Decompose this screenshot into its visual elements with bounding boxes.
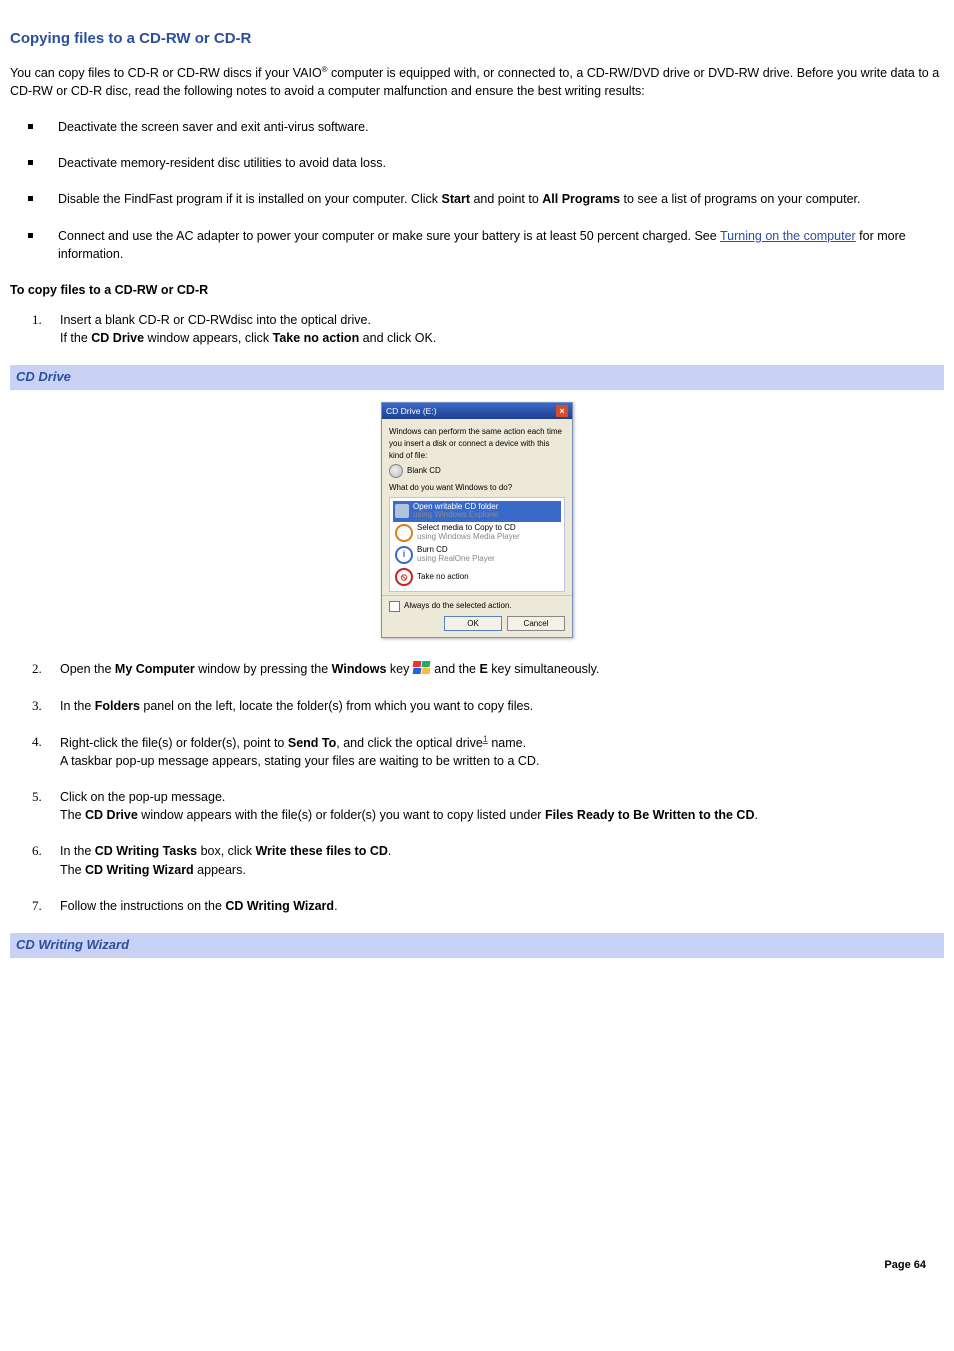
media-player-icon <box>395 524 413 542</box>
procedure-heading: To copy files to a CD-RW or CD-R <box>10 281 944 299</box>
cancel-button[interactable]: Cancel <box>507 616 565 632</box>
windows-key-icon <box>413 661 431 675</box>
figure-cd-drive-dialog: CD Drive (E:) × Windows can perform the … <box>10 402 944 638</box>
note-item: Connect and use the AC adapter to power … <box>28 227 944 263</box>
option-burn-cd[interactable]: i Burn CDusing RealOne Player <box>393 544 561 566</box>
step-item: In the CD Writing Tasks box, click Write… <box>32 842 944 878</box>
disc-icon <box>389 464 403 478</box>
step-item: Insert a blank CD-R or CD-RWdisc into th… <box>32 311 944 347</box>
close-icon[interactable]: × <box>556 405 568 417</box>
note-item: Disable the FindFast program if it is in… <box>28 190 944 208</box>
cd-drive-dialog: CD Drive (E:) × Windows can perform the … <box>381 402 573 638</box>
step-item: Open the My Computer window by pressing … <box>32 660 944 678</box>
checkbox-icon[interactable] <box>389 601 400 612</box>
folder-icon <box>395 504 409 518</box>
option-take-no-action[interactable]: ⦸ Take no action <box>393 566 561 588</box>
always-checkbox-row[interactable]: Always do the selected action. <box>389 600 565 612</box>
ok-button[interactable]: OK <box>444 616 502 632</box>
prep-notes-list: Deactivate the screen saver and exit ant… <box>10 118 944 263</box>
dialog-prompt: What do you want Windows to do? <box>389 482 565 494</box>
dialog-description: Windows can perform the same action each… <box>389 426 565 461</box>
steps-list: Insert a blank CD-R or CD-RWdisc into th… <box>10 311 944 347</box>
step-item: Click on the pop-up message. The CD Driv… <box>32 788 944 824</box>
no-action-icon: ⦸ <box>395 568 413 586</box>
step-item: Right-click the file(s) or folder(s), po… <box>32 733 944 770</box>
figure-caption-cd-writing-wizard: CD Writing Wizard <box>10 933 944 958</box>
page-footer: Page 64 <box>10 1258 944 1274</box>
step-item: Follow the instructions on the CD Writin… <box>32 897 944 915</box>
dialog-title: CD Drive (E:) <box>386 405 437 417</box>
step-item: In the Folders panel on the left, locate… <box>32 697 944 715</box>
page-title: Copying files to a CD-RW or CD-R <box>10 28 944 50</box>
steps-list-cont: Open the My Computer window by pressing … <box>10 660 944 914</box>
options-list[interactable]: Open writable CD folderusing Windows Exp… <box>389 497 565 593</box>
intro-text: You can copy files to CD-R or CD-RW disc… <box>10 64 944 100</box>
turning-on-computer-link[interactable]: Turning on the computer <box>720 229 856 243</box>
disc-label: Blank CD <box>407 465 441 477</box>
note-item: Deactivate the screen saver and exit ant… <box>28 118 944 136</box>
figure-caption-cd-drive: CD Drive <box>10 365 944 390</box>
dialog-titlebar: CD Drive (E:) × <box>382 403 572 419</box>
note-item: Deactivate memory-resident disc utilitie… <box>28 154 944 172</box>
option-open-folder[interactable]: Open writable CD folderusing Windows Exp… <box>393 501 561 523</box>
realone-icon: i <box>395 546 413 564</box>
option-copy-media[interactable]: Select media to Copy to CDusing Windows … <box>393 522 561 544</box>
